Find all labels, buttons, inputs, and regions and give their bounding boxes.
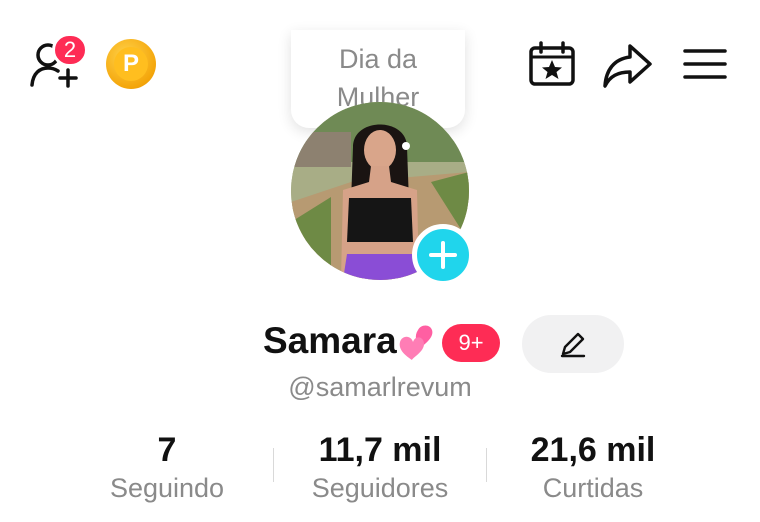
stat-label: Curtidas xyxy=(542,473,644,503)
calendar-star-icon xyxy=(529,41,575,86)
notification-badge[interactable]: 9+ xyxy=(442,324,500,362)
stat-likes[interactable]: 21,6 mil Curtidas xyxy=(483,430,703,506)
add-story-button[interactable] xyxy=(412,224,474,286)
stat-label: Seguindo xyxy=(109,473,225,503)
stat-label: Seguidores xyxy=(311,473,449,503)
share-button[interactable] xyxy=(600,40,656,90)
calendar-button[interactable] xyxy=(527,40,577,88)
plus-icon xyxy=(429,241,457,269)
profile-name: Samara xyxy=(263,320,397,361)
stat-value: 11,7 mil xyxy=(318,431,442,469)
share-icon xyxy=(603,44,652,88)
hearts-icon xyxy=(392,322,436,364)
friend-request-badge: 2 xyxy=(52,33,88,67)
stat-value: 21,6 mil xyxy=(530,431,656,469)
edit-profile-button[interactable] xyxy=(522,315,624,373)
menu-button[interactable] xyxy=(682,46,728,82)
stat-value: 7 xyxy=(157,431,177,469)
bubble-line1: Dia da xyxy=(338,44,418,74)
stat-following[interactable]: 7 Seguindo xyxy=(57,430,277,506)
pencil-icon xyxy=(560,332,586,358)
bubble-anchor-dot xyxy=(402,142,410,150)
coin-button[interactable]: P xyxy=(106,39,156,89)
menu-icon xyxy=(683,49,727,79)
stat-followers[interactable]: 11,7 mil Seguidores xyxy=(270,430,490,506)
profile-handle: @samarlrevum xyxy=(288,372,472,402)
coin-icon: P xyxy=(114,47,148,81)
